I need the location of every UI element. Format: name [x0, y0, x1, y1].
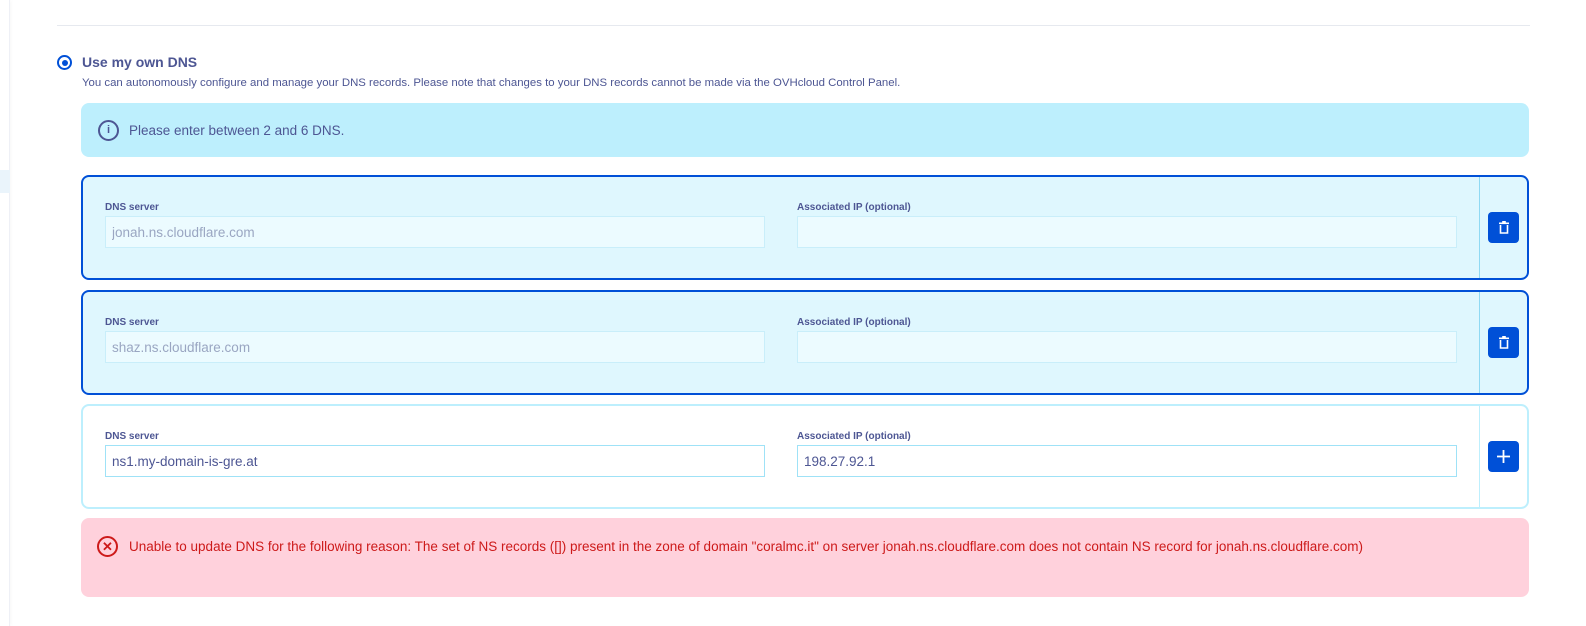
error-banner: ✕ Unable to update DNS for the following…	[81, 518, 1529, 597]
divider	[1479, 177, 1480, 278]
dns-server-label: DNS server	[105, 431, 159, 442]
dns-server-input[interactable]	[105, 331, 765, 363]
dns-entry: DNS server Associated IP (optional)	[81, 175, 1529, 280]
delete-button[interactable]	[1488, 327, 1519, 358]
trash-icon	[1498, 221, 1509, 234]
dns-server-label: DNS server	[105, 317, 159, 328]
ip-label: Associated IP (optional)	[797, 317, 911, 328]
option-description: You can autonomously configure and manag…	[82, 77, 901, 89]
ip-label: Associated IP (optional)	[797, 202, 911, 213]
plus-icon	[1497, 450, 1510, 463]
sidebar	[0, 0, 10, 626]
ip-input[interactable]	[797, 331, 1457, 363]
error-text: Unable to update DNS for the following r…	[129, 539, 1363, 554]
dns-server-label: DNS server	[105, 202, 159, 213]
option-title[interactable]: Use my own DNS	[82, 54, 197, 70]
dns-server-input[interactable]	[105, 216, 765, 248]
error-x-icon: ✕	[97, 536, 118, 557]
divider	[1479, 292, 1480, 393]
sidebar-active-item[interactable]	[0, 170, 10, 193]
dns-entry: DNS server Associated IP (optional)	[81, 290, 1529, 395]
trash-icon	[1498, 336, 1509, 349]
own-dns-radio[interactable]	[57, 55, 72, 70]
ip-input[interactable]	[797, 216, 1457, 248]
divider	[57, 25, 1530, 26]
dns-server-input[interactable]	[105, 445, 765, 477]
new-dns-entry: DNS server Associated IP (optional)	[81, 404, 1529, 509]
ip-input[interactable]	[797, 445, 1457, 477]
info-banner: i Please enter between 2 and 6 DNS.	[81, 103, 1529, 157]
info-icon: i	[98, 119, 119, 141]
add-button[interactable]	[1488, 441, 1519, 472]
info-text: Please enter between 2 and 6 DNS.	[129, 122, 345, 138]
divider	[1479, 406, 1480, 507]
delete-button[interactable]	[1488, 212, 1519, 243]
ip-label: Associated IP (optional)	[797, 431, 911, 442]
